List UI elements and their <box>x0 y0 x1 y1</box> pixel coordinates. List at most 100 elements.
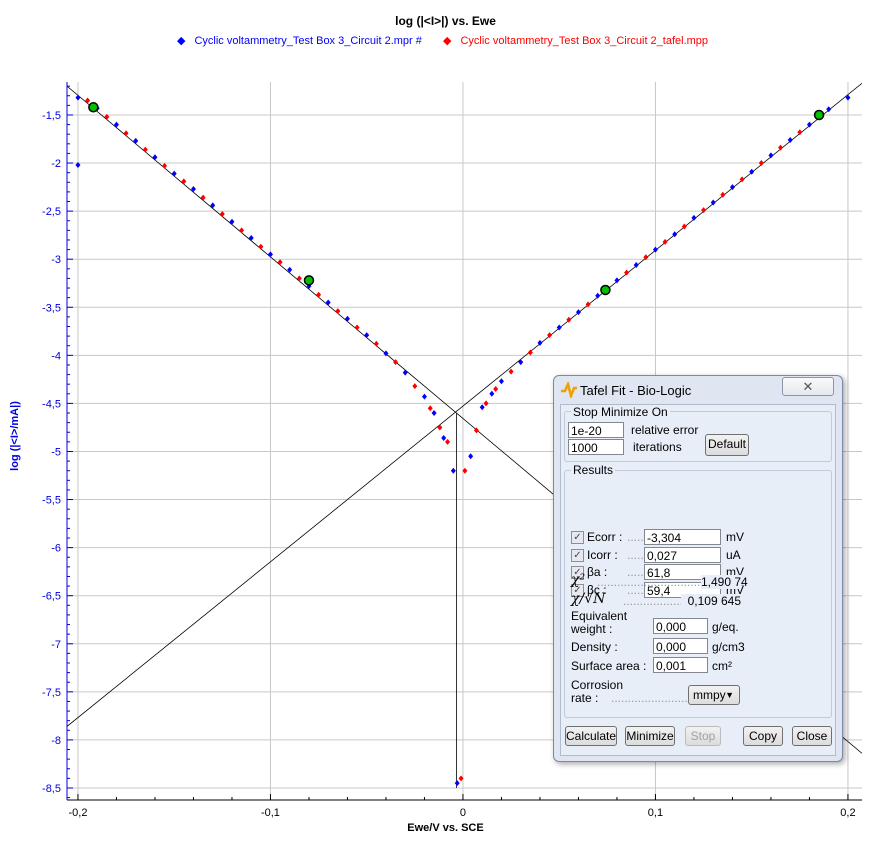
data-point <box>142 146 148 153</box>
x-tick-label: -0,1 <box>261 807 280 819</box>
data-point <box>364 332 370 339</box>
select-value: mmpy <box>693 688 726 702</box>
chi2-label: χ² <box>571 572 586 588</box>
stop-button[interactable]: Stop <box>685 726 721 746</box>
data-point <box>441 435 447 442</box>
y-tick-label: -4,5 <box>42 398 61 410</box>
eq-weight-unit: g/eq. <box>712 620 739 634</box>
data-point <box>493 385 499 392</box>
data-point <box>518 359 524 366</box>
fit-range-marker <box>303 275 315 286</box>
result-value-input[interactable]: 0,027 <box>644 546 721 563</box>
copy-button[interactable]: Copy <box>743 726 783 746</box>
density-unit: g/cm3 <box>712 640 745 654</box>
fit-range-marker <box>813 109 825 121</box>
calculate-button[interactable]: Calculate <box>565 726 617 746</box>
data-point <box>427 405 433 412</box>
close-icon[interactable]: ✕ <box>782 377 834 396</box>
eq-weight-label: weight : <box>571 622 613 636</box>
density-label: Density : <box>571 640 618 654</box>
chi-sqrt-n-label: χ/√N <box>571 591 606 607</box>
data-point <box>508 368 514 375</box>
corrosion-rate-label: Corrosion <box>571 678 624 692</box>
data-point <box>437 424 443 431</box>
data-point <box>267 251 273 258</box>
data-point <box>162 162 168 169</box>
data-point <box>75 94 81 101</box>
y-tick-label: -2,5 <box>42 206 61 218</box>
surface-area-input[interactable]: 0,001 <box>653 657 708 673</box>
iterations-label: iterations <box>633 440 682 454</box>
data-point <box>373 340 379 347</box>
data-point <box>431 410 437 417</box>
y-tick-label: -1,5 <box>42 110 61 122</box>
data-point <box>479 404 485 411</box>
dialog-titlebar[interactable]: Tafel Fit - Bio-Logic ✕ <box>554 376 842 404</box>
result-value-input[interactable]: -3,304 <box>644 529 721 545</box>
y-tick-label: -5,5 <box>42 495 61 507</box>
data-point <box>498 378 504 385</box>
data-point <box>450 467 456 474</box>
relative-error-label: relative error <box>631 423 699 437</box>
group-title: Stop Minimize On <box>571 405 670 419</box>
tafel-fit-dialog: Tafel Fit - Bio-Logic ✕ Stop Minimize On… <box>553 375 843 762</box>
relative-error-input[interactable]: 1e-20 <box>568 422 624 438</box>
corrosion-rate-label: rate : <box>571 691 599 705</box>
data-point <box>248 235 254 242</box>
group-title: Results <box>571 463 616 477</box>
data-point <box>85 97 91 104</box>
data-point <box>483 400 489 407</box>
x-tick-label: 0 <box>460 807 466 819</box>
y-tick-label: -4 <box>51 350 61 362</box>
result-checkbox[interactable]: ✓ <box>571 531 584 544</box>
data-point <box>402 369 408 376</box>
data-point <box>421 393 427 400</box>
y-tick-label: -8,5 <box>42 783 61 795</box>
density-input[interactable]: 0,000 <box>653 638 708 654</box>
y-tick-label: -3,5 <box>42 302 61 314</box>
data-point <box>239 227 245 234</box>
data-point <box>123 130 129 137</box>
x-tick-label: 0,1 <box>648 807 663 819</box>
x-tick-label: -0,2 <box>68 807 87 819</box>
chi-sqrt-n-value: 0,109 645 <box>681 594 741 608</box>
data-point <box>200 194 206 201</box>
result-unit: uA <box>726 547 741 562</box>
data-point <box>787 136 793 143</box>
tafel-logo-icon <box>561 382 577 398</box>
data-point <box>691 214 697 221</box>
result-label: Icorr : <box>587 547 618 562</box>
data-point <box>468 453 474 460</box>
close-button[interactable]: Close <box>792 726 832 746</box>
data-point <box>758 160 764 167</box>
data-point <box>768 152 774 159</box>
data-point <box>797 129 803 136</box>
iterations-input[interactable]: 1000 <box>568 439 624 455</box>
y-tick-label: -7 <box>51 639 61 651</box>
chi2-value: 1,490 74 <box>701 575 748 589</box>
default-button[interactable]: Default <box>705 434 749 456</box>
minimize-button[interactable]: Minimize <box>625 726 675 746</box>
corrosion-rate-unit-select[interactable]: mmpy ▼ <box>688 685 740 705</box>
data-point <box>277 259 283 266</box>
eq-weight-input[interactable]: 0,000 <box>653 618 708 634</box>
data-point <box>344 315 350 322</box>
data-point <box>354 324 360 331</box>
data-point <box>489 390 495 397</box>
result-checkbox[interactable]: ✓ <box>571 548 584 562</box>
dialog-body: Stop Minimize On 1e-20 relative error 10… <box>560 404 836 756</box>
data-point <box>229 218 235 225</box>
y-tick-label: -7,5 <box>42 687 61 699</box>
data-point <box>778 144 784 151</box>
y-tick-label: -8 <box>51 735 61 747</box>
y-tick-label: -5 <box>51 446 61 458</box>
data-point <box>701 207 707 214</box>
surface-area-label: Surface area : <box>571 659 647 673</box>
y-tick-label: -6,5 <box>42 591 61 603</box>
eq-weight-label: Equivalent <box>571 609 628 623</box>
data-point <box>316 291 322 298</box>
data-point <box>152 154 158 161</box>
data-point <box>133 137 139 144</box>
y-tick-label: -3 <box>51 254 61 266</box>
chevron-down-icon: ▼ <box>725 690 734 700</box>
